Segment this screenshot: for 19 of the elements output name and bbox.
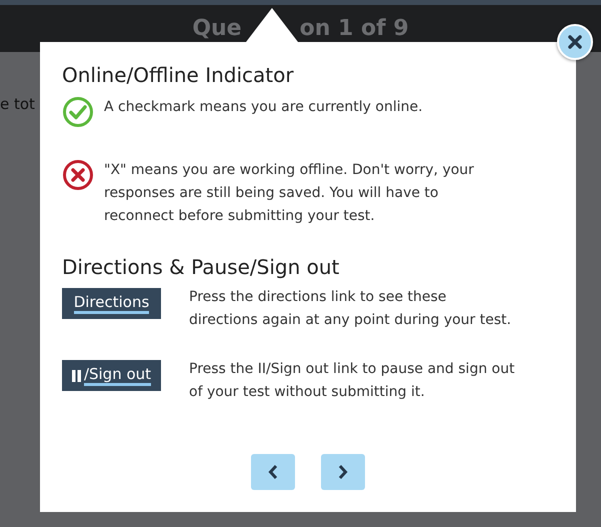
directions-link[interactable]: Directions — [62, 288, 161, 319]
question-text: e tot — [0, 95, 35, 113]
question-title: Que — [192, 16, 242, 41]
section-heading: Directions & Pause/Sign out — [62, 254, 340, 280]
previous-button[interactable] — [251, 454, 295, 490]
close-icon — [567, 34, 583, 50]
indicator-description: A checkmark means you are currently online. — [104, 98, 424, 117]
pause-icon — [72, 370, 81, 382]
error-x-icon — [62, 159, 94, 191]
chevron-left-icon — [268, 464, 278, 480]
next-button[interactable] — [321, 454, 365, 490]
checkmark-icon — [62, 96, 94, 128]
link-description: Press the directions link to see these directions again at any point during your test. — [189, 288, 512, 330]
indicator-description: "X" means you are working offline. Don't worry, your responses are still being saved. You will have to reconnect before submitting your test. — [104, 161, 475, 226]
question-title: on 1 of 9 — [300, 16, 409, 41]
section-heading: Online/Offline Indicator — [62, 62, 295, 88]
chevron-right-icon — [338, 464, 348, 480]
sign-out-link[interactable]: /Sign out — [62, 360, 161, 391]
link-description: Press the II/Sign out link to pause and sign out of your test without submitting it. — [189, 360, 516, 402]
